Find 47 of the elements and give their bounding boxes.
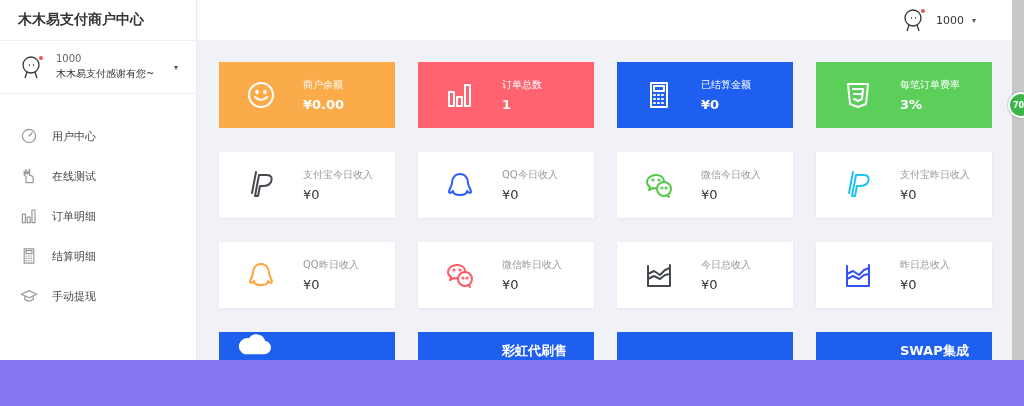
income-label: QQ今日收入 — [502, 168, 558, 182]
stat-label: 每笔订单费率 — [900, 78, 960, 92]
income-label: QQ昨日收入 — [303, 258, 359, 272]
income-value: ¥0 — [502, 187, 520, 202]
income-value: ¥0 — [900, 187, 918, 202]
income-label: 支付宝今日收入 — [303, 168, 373, 182]
promo-card[interactable] — [219, 332, 395, 360]
user-id: 1000 — [56, 53, 83, 64]
income-value: ¥0 — [502, 277, 520, 292]
income-value: ¥0 — [303, 277, 321, 292]
promo-card[interactable]: 彩虹代刷售 — [418, 332, 594, 360]
stat-value: ¥0.00 — [303, 97, 345, 112]
menu-item[interactable]: 在线测试 — [0, 156, 196, 196]
stat-value: ¥0 — [701, 97, 721, 112]
menu-item[interactable]: 订单明细 — [0, 196, 196, 236]
menu-item[interactable]: 用户中心 — [0, 116, 196, 156]
scrollbar[interactable] — [1012, 0, 1024, 360]
user-name[interactable]: 1000 — [936, 13, 964, 27]
caret-icon[interactable]: ▾ — [174, 62, 178, 72]
income-value: ¥0 — [701, 187, 719, 202]
income-label: 微信昨日收入 — [502, 258, 562, 272]
promo-title: SWAP集成 — [900, 342, 969, 360]
brand-title: 木木易支付商户中心 — [0, 0, 196, 41]
stat-label: 已结算金额 — [701, 78, 751, 92]
stat-value: 1 — [502, 97, 513, 112]
smile-icon — [246, 80, 276, 110]
cap-icon — [20, 287, 38, 305]
menu-item[interactable]: 结算明细 — [0, 236, 196, 276]
income-value: ¥0 — [900, 277, 918, 292]
caret-icon[interactable]: ▾ — [972, 15, 976, 25]
stat-label: 订单总数 — [502, 78, 542, 92]
promo-card[interactable]: SWAP集成 — [816, 332, 992, 360]
avatar-icon — [902, 7, 928, 33]
income-label: 昨日总收入 — [900, 258, 950, 272]
income-value: ¥0 — [701, 277, 719, 292]
user-motto: 木木易支付感谢有您~ — [56, 67, 156, 81]
avatar-icon — [20, 54, 46, 80]
income-label: 今日总收入 — [701, 258, 751, 272]
menu-item[interactable]: 手动提现 — [0, 276, 196, 316]
income-label: 微信今日收入 — [701, 168, 761, 182]
bars-icon — [20, 207, 38, 225]
stat-label: 商户余额 — [303, 78, 344, 92]
promo-title: 彩虹代刷售 — [502, 342, 567, 360]
income-label: 支付宝昨日收入 — [900, 168, 970, 182]
gauge-icon — [20, 127, 38, 145]
income-value: ¥0 — [303, 187, 321, 202]
stat-value: 3% — [900, 97, 924, 112]
